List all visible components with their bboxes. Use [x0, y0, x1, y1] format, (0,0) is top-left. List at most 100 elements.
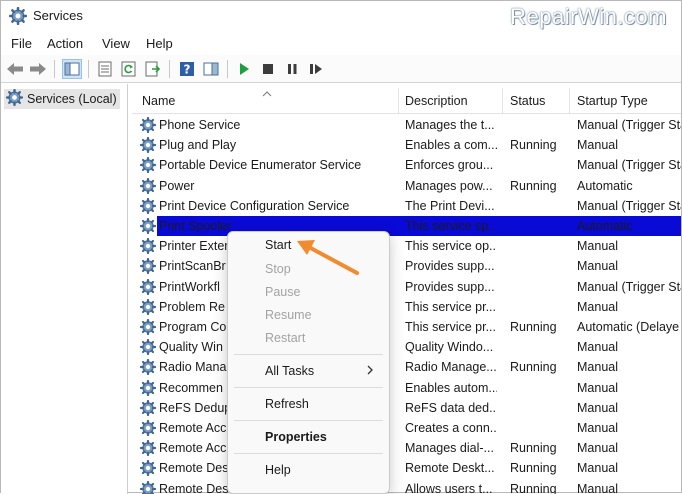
- services-list-pane: Name Description Status Startup Type Pho…: [132, 84, 681, 494]
- service-status: Running: [510, 138, 557, 153]
- service-status: [510, 337, 570, 357]
- service-gear-icon: [139, 318, 157, 338]
- service-gear-icon: [139, 197, 157, 217]
- service-startup-type: Automatic: [577, 219, 633, 233]
- service-name: Portable Device Enumerator Service: [159, 158, 362, 173]
- service-startup-type: Manual (Trigger Sta: [577, 118, 681, 132]
- action-pane-icon[interactable]: [201, 59, 221, 79]
- table-row[interactable]: Phone Service Manages the t... Manual (Tri…: [132, 115, 681, 135]
- menu-item-resume: Resume: [265, 308, 312, 322]
- toolbar: ?: [1, 55, 681, 83]
- service-description: Enables autom...: [405, 380, 497, 395]
- forward-arrow-icon[interactable]: [28, 59, 48, 79]
- table-row[interactable]: Print Device Configuration Service The Pr…: [132, 196, 681, 216]
- menu-separator: [234, 420, 383, 421]
- menu-separator: [234, 354, 383, 355]
- service-gear-icon: [139, 177, 157, 197]
- table-row[interactable]: Plug and Play Enables a com... Running Manu…: [132, 135, 681, 155]
- service-startup-type: Manual: [577, 441, 618, 456]
- menu-file[interactable]: File: [11, 36, 32, 51]
- service-status: [510, 297, 570, 317]
- table-row[interactable]: ReFS Dedup ReFS data ded... Manual: [132, 398, 681, 418]
- service-gear-icon: [139, 460, 157, 479]
- table-row[interactable]: Portable Device Enumerator Service Enforc…: [132, 155, 681, 175]
- service-status: [510, 196, 570, 216]
- service-startup-type: Manual: [577, 299, 618, 314]
- service-status: [510, 256, 570, 276]
- column-header-status[interactable]: Status: [510, 84, 545, 114]
- table-row[interactable]: Power Manages pow... Running Automatic: [132, 176, 681, 196]
- menu-help[interactable]: Help: [146, 36, 173, 51]
- service-gear-icon: [139, 238, 157, 257]
- service-startup-type: Manual: [577, 380, 618, 395]
- service-status: [510, 378, 570, 398]
- menu-item-help[interactable]: Help: [265, 463, 291, 477]
- column-header-description[interactable]: Description: [405, 84, 468, 114]
- stop-service-icon[interactable]: [258, 59, 278, 79]
- service-status: [510, 216, 570, 236]
- console-tree-pane: Services (Local): [1, 84, 128, 494]
- table-row[interactable]: Radio Mana Radio Manage... Running Manual: [132, 357, 681, 377]
- service-description: Provides supp...: [405, 259, 495, 274]
- service-description: Provides supp...: [405, 279, 495, 294]
- service-description: ReFS data ded...: [405, 400, 497, 415]
- service-status: Running: [510, 320, 557, 334]
- start-service-icon[interactable]: [234, 59, 254, 79]
- service-startup-type: Manual (Trigger Sta: [577, 198, 681, 213]
- table-row[interactable]: Recommen Enables autom... Manual: [132, 378, 681, 398]
- pause-service-icon[interactable]: [282, 59, 302, 79]
- menu-view[interactable]: View: [102, 36, 130, 51]
- chevron-right-icon: [366, 364, 374, 379]
- table-row[interactable]: Program Co This service pr... Running Autom…: [132, 317, 681, 337]
- export-list-icon[interactable]: [143, 59, 163, 79]
- table-row[interactable]: Print Spooler This service sp... Automatic: [132, 216, 681, 236]
- back-arrow-icon[interactable]: [5, 59, 25, 79]
- table-row[interactable]: Remote Desktop ServicesAllows users t...…: [132, 479, 681, 494]
- service-description: Enforces grou...: [405, 158, 494, 173]
- column-header-startup-type[interactable]: Startup Type: [577, 84, 648, 114]
- service-startup-type: Manual (Trigger Sta: [577, 158, 681, 173]
- restart-service-icon[interactable]: [306, 59, 326, 79]
- service-description: Allows users t...: [405, 481, 493, 494]
- service-status: Running: [510, 178, 557, 193]
- service-gear-icon: [139, 339, 157, 358]
- menu-item-all-tasks[interactable]: All Tasks: [265, 364, 314, 378]
- menu-item-refresh[interactable]: Refresh: [265, 397, 309, 411]
- service-status: Running: [510, 481, 557, 494]
- console-tree-icon[interactable]: [62, 59, 82, 79]
- service-name: Plug and Play: [159, 138, 237, 153]
- table-row[interactable]: Quality Win Quality Windo... Manual: [132, 337, 681, 357]
- menu-item-start[interactable]: Start: [265, 238, 291, 252]
- refresh-icon[interactable]: [119, 59, 139, 79]
- service-name: Print Device Configuration Service: [159, 198, 350, 213]
- tree-item-label: Services (Local): [27, 92, 117, 106]
- service-gear-icon: [139, 379, 157, 399]
- table-row[interactable]: Problem Re This service pr... Manual: [132, 297, 681, 317]
- menu-item-pause: Pause: [265, 285, 301, 299]
- properties-icon[interactable]: [95, 59, 115, 79]
- service-gear-icon: [139, 419, 157, 439]
- menu-item-properties[interactable]: Properties: [265, 430, 327, 444]
- table-row[interactable]: PrintWorkfl Provides supp... Manual (Trigg…: [132, 277, 681, 297]
- menu-action[interactable]: Action: [47, 36, 83, 51]
- menu-separator: [234, 453, 383, 454]
- service-gear-icon: [139, 399, 157, 419]
- service-name: Power: [159, 178, 195, 193]
- table-row[interactable]: Remote Desk Remote Deskt... Running Manual: [132, 458, 681, 478]
- tree-item-services-local[interactable]: Services (Local): [4, 88, 120, 109]
- annotation-arrow-icon: [291, 233, 363, 282]
- service-description: Quality Windo...: [405, 340, 494, 355]
- help-icon[interactable]: ?: [177, 59, 197, 79]
- service-startup-type: Manual (Trigger Sta: [577, 279, 681, 294]
- service-description: Creates a conn...: [405, 421, 497, 435]
- table-row[interactable]: Remote Acc Manages dial-... Running Manual: [132, 438, 681, 458]
- service-startup-type: Manual: [577, 421, 618, 435]
- table-row[interactable]: PrintScanBr Provides supp... Manual: [132, 256, 681, 276]
- window-title: Services: [33, 8, 83, 23]
- table-row[interactable]: Printer Exter This service op... Manual: [132, 236, 681, 256]
- svg-text:?: ?: [184, 63, 191, 77]
- column-header-name[interactable]: Name: [142, 84, 175, 114]
- service-name: Phone Service: [159, 118, 241, 132]
- service-startup-type: Manual: [577, 461, 618, 476]
- table-row[interactable]: Remote Acc Creates a conn... Manual: [132, 418, 681, 438]
